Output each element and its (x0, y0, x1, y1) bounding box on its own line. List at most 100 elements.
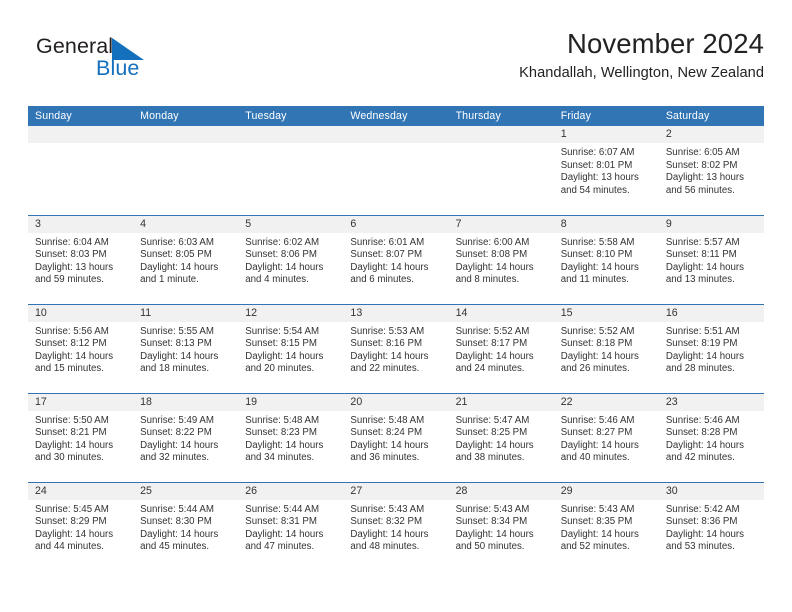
sunrise-text: Sunrise: 5:57 AM (665, 236, 740, 248)
calendar-cell-inner: 14 Sunrise: 5:52 AM Sunset: 8:17 PM Dayligh… (448, 304, 554, 393)
day-number: 25 (133, 482, 239, 500)
calendar-day-cell[interactable]: 29 Sunrise: 5:43 AM Sunset: 8:35 PM Dayligh… (553, 481, 659, 571)
daylight-text: Daylight: 14 hours and 20 minutes. (245, 350, 324, 375)
day-number: 27 (343, 482, 449, 500)
day-number (343, 126, 449, 143)
daylight-text: Daylight: 14 hours and 34 minutes. (245, 439, 324, 464)
day-number: 9 (658, 215, 764, 233)
calendar-cell-inner: 18 Sunrise: 5:49 AM Sunset: 8:22 PM Dayligh… (133, 393, 239, 482)
calendar-day-cell[interactable]: 7 Sunrise: 6:00 AM Sunset: 8:08 PM Daylight… (448, 214, 554, 304)
sunrise-text: Sunrise: 5:45 AM (35, 503, 109, 515)
sunrise-text: Sunrise: 6:00 AM (455, 236, 530, 248)
sunset-text: Sunset: 8:06 PM (245, 249, 317, 261)
calendar-cell-inner: 19 Sunrise: 5:48 AM Sunset: 8:23 PM Dayligh… (238, 393, 344, 482)
sunset-text: Sunset: 8:15 PM (245, 338, 317, 350)
calendar-day-cell[interactable]: 5 Sunrise: 6:02 AM Sunset: 8:06 PM Daylight… (238, 214, 344, 304)
calendar-day-cell[interactable]: 15 Sunrise: 5:52 AM Sunset: 8:18 PM Dayligh… (553, 303, 659, 393)
day-number (448, 126, 554, 143)
sunset-text: Sunset: 8:13 PM (140, 338, 212, 350)
sunrise-text: Sunrise: 5:56 AM (35, 325, 109, 337)
day-details: Sunrise: 5:43 AM Sunset: 8:35 PM Daylight:… (554, 500, 659, 554)
calendar-cell-inner: 21 Sunrise: 5:47 AM Sunset: 8:25 PM Dayligh… (448, 393, 554, 482)
calendar-cell-inner: 3 Sunrise: 6:04 AM Sunset: 8:03 PM Daylight… (28, 215, 134, 304)
daylight-text: Daylight: 14 hours and 52 minutes. (560, 528, 639, 553)
day-number: 1 (553, 126, 659, 143)
calendar-day-cell[interactable]: 21 Sunrise: 5:47 AM Sunset: 8:25 PM Dayligh… (448, 392, 554, 482)
sunrise-text: Sunrise: 5:43 AM (560, 503, 635, 515)
daylight-text: Daylight: 14 hours and 47 minutes. (245, 528, 324, 553)
day-details: Sunrise: 5:46 AM Sunset: 8:27 PM Daylight:… (554, 411, 659, 465)
calendar-cell-inner: 27 Sunrise: 5:43 AM Sunset: 8:32 PM Dayligh… (343, 482, 449, 572)
day-number: 21 (448, 393, 554, 411)
daylight-text: Daylight: 14 hours and 30 minutes. (35, 439, 114, 464)
sunset-text: Sunset: 8:35 PM (560, 516, 633, 528)
day-details: Sunrise: 5:43 AM Sunset: 8:32 PM Daylight:… (343, 500, 448, 554)
day-details: Sunrise: 5:58 AM Sunset: 8:10 PM Daylight:… (554, 233, 659, 287)
day-number: 19 (238, 393, 344, 411)
daylight-text: Daylight: 14 hours and 6 minutes. (350, 261, 429, 286)
calendar-day-cell[interactable]: 16 Sunrise: 5:51 AM Sunset: 8:19 PM Dayligh… (658, 303, 764, 393)
day-number: 11 (133, 304, 239, 322)
sunset-text: Sunset: 8:31 PM (245, 516, 317, 528)
calendar-day-cell[interactable]: 3 Sunrise: 6:04 AM Sunset: 8:03 PM Daylight… (28, 214, 134, 304)
day-number (28, 126, 134, 143)
sunrise-text: Sunrise: 5:58 AM (560, 236, 635, 248)
calendar-day-cell[interactable]: 24 Sunrise: 5:45 AM Sunset: 8:29 PM Dayligh… (28, 481, 134, 572)
day-details: Sunrise: 5:53 AM Sunset: 8:16 PM Daylight:… (343, 322, 448, 376)
day-number: 3 (28, 215, 134, 233)
calendar-cell-inner: 24 Sunrise: 5:45 AM Sunset: 8:29 PM Dayligh… (28, 482, 134, 572)
calendar-day-cell[interactable]: 11 Sunrise: 5:55 AM Sunset: 8:13 PM Dayligh… (133, 303, 239, 393)
day-details: Sunrise: 5:57 AM Sunset: 8:11 PM Daylight:… (659, 233, 764, 287)
calendar-day-cell[interactable]: 28 Sunrise: 5:43 AM Sunset: 8:34 PM Dayligh… (448, 481, 554, 571)
sunset-text: Sunset: 8:24 PM (350, 427, 423, 439)
day-number: 18 (133, 393, 239, 411)
day-details: Sunrise: 5:49 AM Sunset: 8:22 PM Daylight:… (133, 411, 238, 465)
calendar-day-cell[interactable]: 18 Sunrise: 5:49 AM Sunset: 8:22 PM Dayligh… (133, 392, 239, 482)
calendar-day-cell[interactable]: 1 Sunrise: 6:07 AM Sunset: 8:01 PM Daylight… (553, 126, 659, 215)
day-number: 12 (238, 304, 344, 322)
calendar-day-cell[interactable]: 12 Sunrise: 5:54 AM Sunset: 8:15 PM Dayligh… (238, 303, 344, 393)
calendar-cell-inner: 5 Sunrise: 6:02 AM Sunset: 8:06 PM Daylight… (238, 215, 344, 304)
brand-logo[interactable]: General Blue (36, 35, 276, 92)
calendar-day-cell[interactable]: 30 Sunrise: 5:42 AM Sunset: 8:36 PM Dayligh… (658, 481, 764, 571)
calendar-day-cell[interactable]: 17 Sunrise: 5:50 AM Sunset: 8:21 PM Dayligh… (28, 392, 134, 482)
calendar-day-cell[interactable]: 14 Sunrise: 5:52 AM Sunset: 8:17 PM Dayligh… (448, 303, 554, 393)
calendar-day-cell[interactable]: 4 Sunrise: 6:03 AM Sunset: 8:05 PM Daylight… (133, 214, 239, 304)
calendar-day-cell[interactable]: 23 Sunrise: 5:46 AM Sunset: 8:28 PM Dayligh… (658, 392, 764, 482)
calendar-cell-inner (448, 126, 554, 215)
day-details: Sunrise: 5:43 AM Sunset: 8:34 PM Daylight:… (449, 500, 554, 554)
daylight-text: Daylight: 13 hours and 54 minutes. (560, 172, 639, 196)
daylight-text: Daylight: 14 hours and 45 minutes. (140, 528, 219, 553)
calendar-week-row: 1 Sunrise: 6:07 AM Sunset: 8:01 PM Daylight… (28, 126, 764, 215)
calendar-body: 1 Sunrise: 6:07 AM Sunset: 8:01 PM Daylight… (28, 126, 764, 571)
calendar-cell-inner: 4 Sunrise: 6:03 AM Sunset: 8:05 PM Daylight… (133, 215, 239, 304)
calendar-day-cell[interactable]: 27 Sunrise: 5:43 AM Sunset: 8:32 PM Dayligh… (343, 481, 449, 572)
day-details: Sunrise: 6:04 AM Sunset: 8:03 PM Daylight:… (28, 233, 133, 287)
calendar-day-cell[interactable]: 22 Sunrise: 5:46 AM Sunset: 8:27 PM Dayligh… (553, 392, 659, 482)
day-number: 30 (658, 482, 764, 500)
calendar-day-cell[interactable]: 26 Sunrise: 5:44 AM Sunset: 8:31 PM Dayligh… (238, 481, 344, 571)
calendar-day-cell[interactable]: 13 Sunrise: 5:53 AM Sunset: 8:16 PM Dayligh… (343, 303, 449, 393)
calendar-day-cell[interactable]: 2 Sunrise: 6:05 AM Sunset: 8:02 PM Daylight… (658, 126, 764, 215)
calendar-day-cell[interactable]: 9 Sunrise: 5:57 AM Sunset: 8:11 PM Daylight… (658, 214, 764, 304)
calendar-cell-inner: 7 Sunrise: 6:00 AM Sunset: 8:08 PM Daylight… (448, 215, 554, 304)
page-header: General Blue November 2024 Khandallah, W… (28, 28, 764, 98)
calendar-day-cell[interactable]: 10 Sunrise: 5:56 AM Sunset: 8:12 PM Dayligh… (28, 303, 134, 393)
calendar-day-cell[interactable]: 20 Sunrise: 5:48 AM Sunset: 8:24 PM Dayligh… (343, 392, 449, 482)
day-details: Sunrise: 5:56 AM Sunset: 8:12 PM Daylight:… (28, 322, 133, 376)
day-number: 17 (28, 393, 134, 411)
calendar-day-cell[interactable]: 6 Sunrise: 6:01 AM Sunset: 8:07 PM Daylight… (343, 214, 449, 304)
calendar-cell-inner: 11 Sunrise: 5:55 AM Sunset: 8:13 PM Dayligh… (133, 304, 239, 393)
calendar-day-cell[interactable]: 8 Sunrise: 5:58 AM Sunset: 8:10 PM Daylight… (553, 214, 659, 304)
page-subtitle: Khandallah, Wellington, New Zealand (519, 65, 764, 82)
day-details: Sunrise: 6:05 AM Sunset: 8:02 PM Daylight:… (659, 143, 764, 197)
calendar-day-cell[interactable]: 25 Sunrise: 5:44 AM Sunset: 8:30 PM Dayligh… (133, 481, 239, 571)
calendar-cell-inner: 9 Sunrise: 5:57 AM Sunset: 8:11 PM Daylight… (658, 215, 764, 304)
day-number: 28 (448, 482, 554, 500)
sunset-text: Sunset: 8:34 PM (455, 516, 528, 528)
daylight-text: Daylight: 14 hours and 11 minutes. (560, 261, 639, 286)
day-number (238, 126, 344, 143)
calendar-day-cell[interactable]: 19 Sunrise: 5:48 AM Sunset: 8:23 PM Dayligh… (238, 392, 344, 482)
day-details: Sunrise: 5:45 AM Sunset: 8:29 PM Daylight:… (28, 500, 133, 554)
day-details: Sunrise: 5:55 AM Sunset: 8:13 PM Daylight:… (133, 322, 238, 376)
